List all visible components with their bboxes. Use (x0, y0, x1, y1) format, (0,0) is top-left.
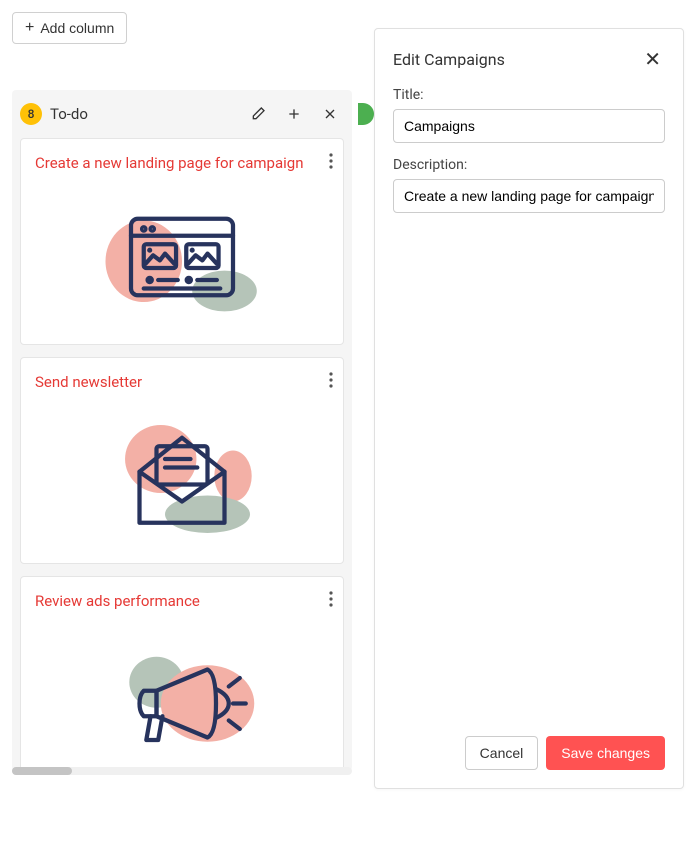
card-illustration (35, 622, 329, 768)
card-menu-icon[interactable] (329, 591, 333, 611)
title-label: Title: (393, 87, 665, 103)
column-count-badge: 8 (20, 103, 42, 125)
column-header: 8 To-do (12, 90, 352, 138)
card-title: Send newsletter (35, 372, 329, 393)
card-illustration (35, 184, 329, 330)
plus-icon: + (25, 20, 34, 36)
card-item[interactable]: Review ads performance (20, 576, 344, 771)
delete-column-icon[interactable] (316, 100, 344, 128)
card-title: Create a new landing page for campaign (35, 153, 329, 174)
column-todo: 8 To-do Create a new landing page for ca… (12, 90, 352, 771)
cancel-button[interactable]: Cancel (465, 736, 539, 770)
description-input[interactable] (393, 179, 665, 213)
scrollbar-thumb[interactable] (12, 767, 72, 775)
add-card-icon[interactable] (280, 100, 308, 128)
card-title: Review ads performance (35, 591, 329, 612)
description-field: Description: (393, 157, 665, 213)
column-title: To-do (50, 105, 236, 123)
card-menu-icon[interactable] (329, 153, 333, 173)
panel-footer: Cancel Save changes (393, 736, 665, 770)
card-menu-icon[interactable] (329, 372, 333, 392)
card-item[interactable]: Create a new landing page for campaign (20, 138, 344, 345)
edit-panel: Edit Campaigns ✕ Title: Description: Can… (374, 28, 684, 789)
card-item[interactable]: Send newsletter (20, 357, 344, 564)
next-column-peek (358, 103, 374, 125)
panel-header: Edit Campaigns ✕ (393, 47, 665, 71)
save-button[interactable]: Save changes (546, 736, 665, 770)
title-input[interactable] (393, 109, 665, 143)
edit-column-icon[interactable] (244, 100, 272, 128)
close-icon[interactable]: ✕ (640, 47, 665, 71)
title-field: Title: (393, 87, 665, 143)
cards-scroll[interactable]: Create a new landing page for campaign (12, 138, 352, 771)
card-illustration (35, 403, 329, 549)
horizontal-scrollbar[interactable] (12, 767, 352, 775)
add-column-label: Add column (40, 20, 114, 36)
kanban-board: 8 To-do Create a new landing page for ca… (12, 90, 352, 771)
add-column-button[interactable]: + Add column (12, 12, 127, 44)
description-label: Description: (393, 157, 665, 173)
panel-title: Edit Campaigns (393, 50, 505, 69)
